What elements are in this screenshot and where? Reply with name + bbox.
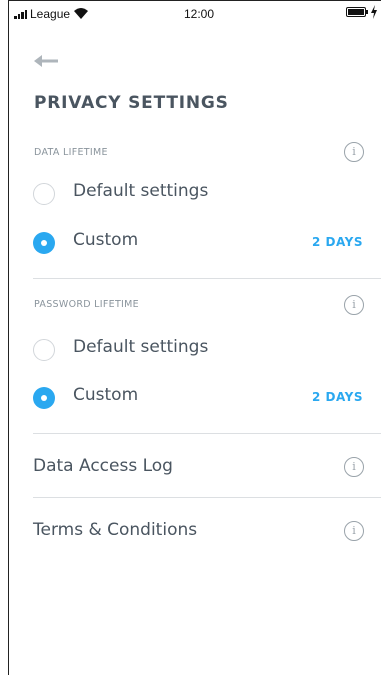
divider	[33, 433, 381, 434]
carrier-name: League	[30, 7, 71, 21]
data-access-log-info-icon[interactable]: i	[344, 457, 364, 477]
custom-days-value[interactable]: 2 DAYS	[312, 390, 363, 404]
password-lifetime-info-icon[interactable]: i	[344, 295, 364, 315]
radio-checked-icon[interactable]	[33, 232, 55, 254]
nav-label: Data Access Log	[33, 456, 173, 476]
option-label: Custom	[73, 385, 139, 405]
radio-unchecked-icon[interactable]	[33, 183, 55, 205]
option-label: Default settings	[73, 181, 209, 201]
battery-tip	[366, 10, 368, 14]
divider	[33, 497, 381, 498]
back-arrow-icon[interactable]	[33, 54, 59, 68]
terms-conditions-row[interactable]: Terms & Conditions	[33, 516, 363, 546]
radio-unchecked-icon[interactable]	[33, 339, 55, 361]
password-lifetime-default-option[interactable]: Default settings	[33, 335, 363, 367]
phone-screen: League 12:00 PRIVACY SETTINGS DATA LIFET…	[8, 0, 381, 675]
data-lifetime-default-option[interactable]: Default settings	[33, 179, 363, 211]
divider	[33, 278, 381, 279]
battery-icon	[346, 7, 366, 17]
password-lifetime-custom-option[interactable]: Custom 2 DAYS	[33, 383, 363, 415]
page-title: PRIVACY SETTINGS	[34, 93, 229, 113]
terms-info-icon[interactable]: i	[344, 521, 364, 541]
option-label: Default settings	[73, 337, 209, 357]
option-label: Custom	[73, 230, 139, 250]
charging-icon	[371, 5, 377, 19]
custom-days-value[interactable]: 2 DAYS	[312, 235, 363, 249]
status-time: 12:00	[184, 7, 215, 21]
signal-icon	[14, 10, 28, 19]
nav-label: Terms & Conditions	[33, 520, 198, 540]
data-lifetime-info-icon[interactable]: i	[344, 142, 364, 162]
wifi-icon	[74, 8, 88, 19]
status-bar: League 12:00	[9, 1, 381, 27]
data-lifetime-custom-option[interactable]: Custom 2 DAYS	[33, 228, 363, 260]
data-access-log-row[interactable]: Data Access Log	[33, 452, 363, 482]
radio-checked-icon[interactable]	[33, 387, 55, 409]
data-lifetime-label: DATA LIFETIME	[34, 147, 108, 158]
password-lifetime-label: PASSWORD LIFETIME	[34, 299, 139, 310]
